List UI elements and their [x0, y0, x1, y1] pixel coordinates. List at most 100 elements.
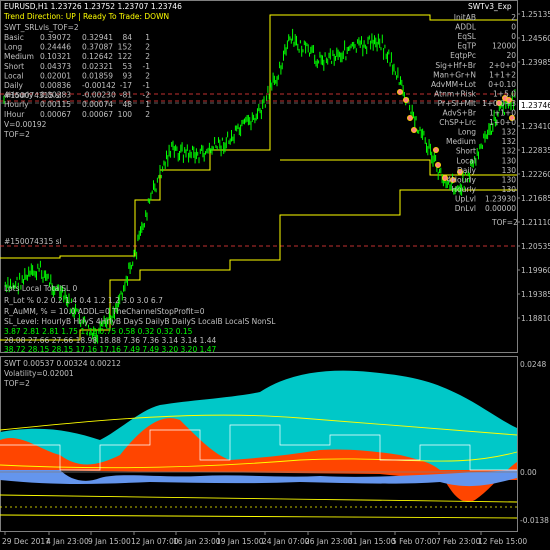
- time-label: 12 Feb 15:00: [478, 537, 527, 546]
- right-row-value: 1+5.0: [493, 89, 516, 98]
- right-row-label: Local: [457, 156, 476, 165]
- time-label: 29 Dec 2017: [2, 537, 50, 546]
- sl-level-header: SL_Level: HourlyB HrlyS 4HrlyB DayS Dail…: [4, 317, 276, 326]
- sl-row-1: 3.87 2.81 2.81 1.75 1.72 0.75 0.58 0.32 …: [4, 327, 193, 336]
- left-row-name: Medium: [4, 52, 34, 61]
- right-row-value: 130: [502, 166, 517, 175]
- trend-status: Trend Direction: UP | Ready To Trade: DO…: [3, 12, 169, 21]
- right-row-label: Long: [458, 128, 476, 137]
- right-row-value: 1+1+0: [489, 109, 516, 118]
- price-label: 1.25135: [521, 10, 550, 19]
- indicator-name: SWTv3_Exp: [468, 2, 512, 11]
- right-row-value: 0: [511, 23, 516, 32]
- right-row-value: 0.00000: [485, 204, 516, 213]
- right-row-label: Daily: [457, 166, 477, 175]
- left-row-v3: 48: [122, 100, 132, 109]
- right-row-label: Pr+Sl+Mlt: [438, 99, 476, 108]
- left-row-v2: 0.00074: [82, 100, 113, 109]
- price-label: 1.18810: [521, 314, 550, 323]
- price-label: 1.22835: [521, 146, 550, 155]
- left-row-v2: 0.01859: [82, 71, 113, 80]
- left-row-name: Hourly: [4, 100, 29, 109]
- right-row-label: EqtpPc: [450, 51, 476, 60]
- right-row-label: Atnm+Risk: [434, 89, 476, 98]
- time-label: 7 Feb 23:00: [436, 537, 481, 546]
- right-row-label: ADDL: [455, 23, 477, 32]
- price-label: 1.19385: [521, 290, 550, 299]
- time-label: 12 Jan 07:00: [131, 537, 179, 546]
- right-row-label: 4Hourly: [447, 175, 477, 184]
- right-row-value: 1+0.0+3: [482, 99, 516, 108]
- left-row-v2: 0.37087: [82, 43, 113, 52]
- lots-line: Lots Local TotalSL 0: [4, 284, 78, 293]
- tof-sub: TOF=2: [3, 379, 30, 388]
- right-row-value: 0+0.10: [488, 80, 516, 89]
- left-row-name: Basic: [4, 33, 24, 42]
- right-row-label: Man+Gr+N: [433, 70, 476, 79]
- left-row-v3: 152: [118, 43, 133, 52]
- time-label: 31 Jan 15:00: [348, 537, 396, 546]
- right-row-value: 132: [502, 128, 517, 137]
- left-row-v1: 0.00067: [40, 110, 71, 119]
- signal-dot: [406, 115, 413, 122]
- signal-dot: [432, 146, 439, 153]
- left-row-v2: -0.00142: [82, 81, 116, 90]
- left-row-v4: 2: [145, 110, 150, 119]
- left-panel-title: SWT_SRLvls_TOF=2: [4, 23, 79, 32]
- price-label: 1.22260: [521, 170, 550, 179]
- right-row-label: UpLvl: [455, 194, 476, 203]
- symbol-info: EURUSD,H1 1.23726 1.23752 1.23707 1.2374…: [4, 2, 182, 11]
- left-row-v3: 100: [118, 110, 133, 119]
- left-row-v1: 0.00836: [40, 81, 71, 90]
- signal-dot: [434, 161, 441, 168]
- time-label: 24 Jan 07:00: [262, 537, 310, 546]
- right-row-label: DnLvl: [455, 204, 476, 213]
- time-label: 5 Feb 07:00: [392, 537, 437, 546]
- left-row-v4: -2: [143, 91, 151, 100]
- left-row-v4: 2: [145, 43, 150, 52]
- right-row-value: 20: [506, 51, 516, 60]
- right-row-value: 1+1+2: [489, 70, 516, 79]
- left-row-v1: 0.10321: [40, 52, 71, 61]
- right-row-label: InitAB: [454, 13, 476, 22]
- right-row-value: 0: [511, 32, 516, 41]
- right-row-label: EqTP: [457, 42, 476, 51]
- left-row-v2: 0.32941: [82, 33, 113, 42]
- time-label: 4 Jan 23:00: [46, 537, 89, 546]
- signal-dot: [410, 127, 417, 134]
- right-row-label: EqSL: [458, 32, 477, 41]
- left-row-v2: 0.12642: [82, 52, 113, 61]
- right-row-value: 2: [511, 13, 516, 22]
- right-row-label: Short: [456, 147, 476, 156]
- right-row-label: Medium: [446, 137, 476, 146]
- right-row-value: 132: [502, 147, 517, 156]
- current-price: 1.23746: [521, 101, 550, 110]
- left-row-v1: 0.04373: [40, 62, 71, 71]
- sl-row-3: 38.72 28.15 28.15 17.16 17.16 7.49 7.49 …: [4, 345, 217, 354]
- right-row-value: 130: [502, 185, 517, 194]
- left-row-v2: 0.02321: [82, 62, 113, 71]
- left-row-v2: 0.00067: [82, 110, 113, 119]
- left-row-v3: 93: [122, 71, 132, 80]
- rlot-line: R_Lot % 0.2 0.2 1.4 0.4 1.2 1.2 3.0 3.0 …: [4, 296, 163, 305]
- left-row-v3: 84: [122, 33, 132, 42]
- left-row-name: Long: [4, 43, 22, 52]
- order-label-2: #150074315 sl: [4, 237, 62, 246]
- right-row-value: 1+0+0: [489, 118, 516, 127]
- right-row-value: 130: [502, 175, 517, 184]
- sub-axis-zero: 0.00: [520, 468, 537, 477]
- time-label: 16 Jan 23:00: [173, 537, 221, 546]
- trading-chart[interactable]: EURUSD,H1 1.23726 1.23752 1.23707 1.2374…: [0, 0, 550, 550]
- price-label: 1.23985: [521, 58, 550, 67]
- left-row-v1: 0.00115: [40, 100, 71, 109]
- swt-title: SWT 0.00537 0.00324 0.00212: [4, 359, 121, 368]
- price-label: 1.24560: [521, 34, 550, 43]
- right-row-value: 1.23930: [485, 194, 516, 203]
- left-row-v1: 0.24446: [40, 43, 71, 52]
- sub-axis-bottom: -0.0138: [520, 516, 549, 525]
- signal-dot: [396, 89, 403, 96]
- right-row-value: 2+0+0: [489, 61, 516, 70]
- left-row-v4: -1: [143, 62, 151, 71]
- v-value: V=0.00192: [4, 120, 47, 129]
- time-label: 26 Jan 23:00: [305, 537, 353, 546]
